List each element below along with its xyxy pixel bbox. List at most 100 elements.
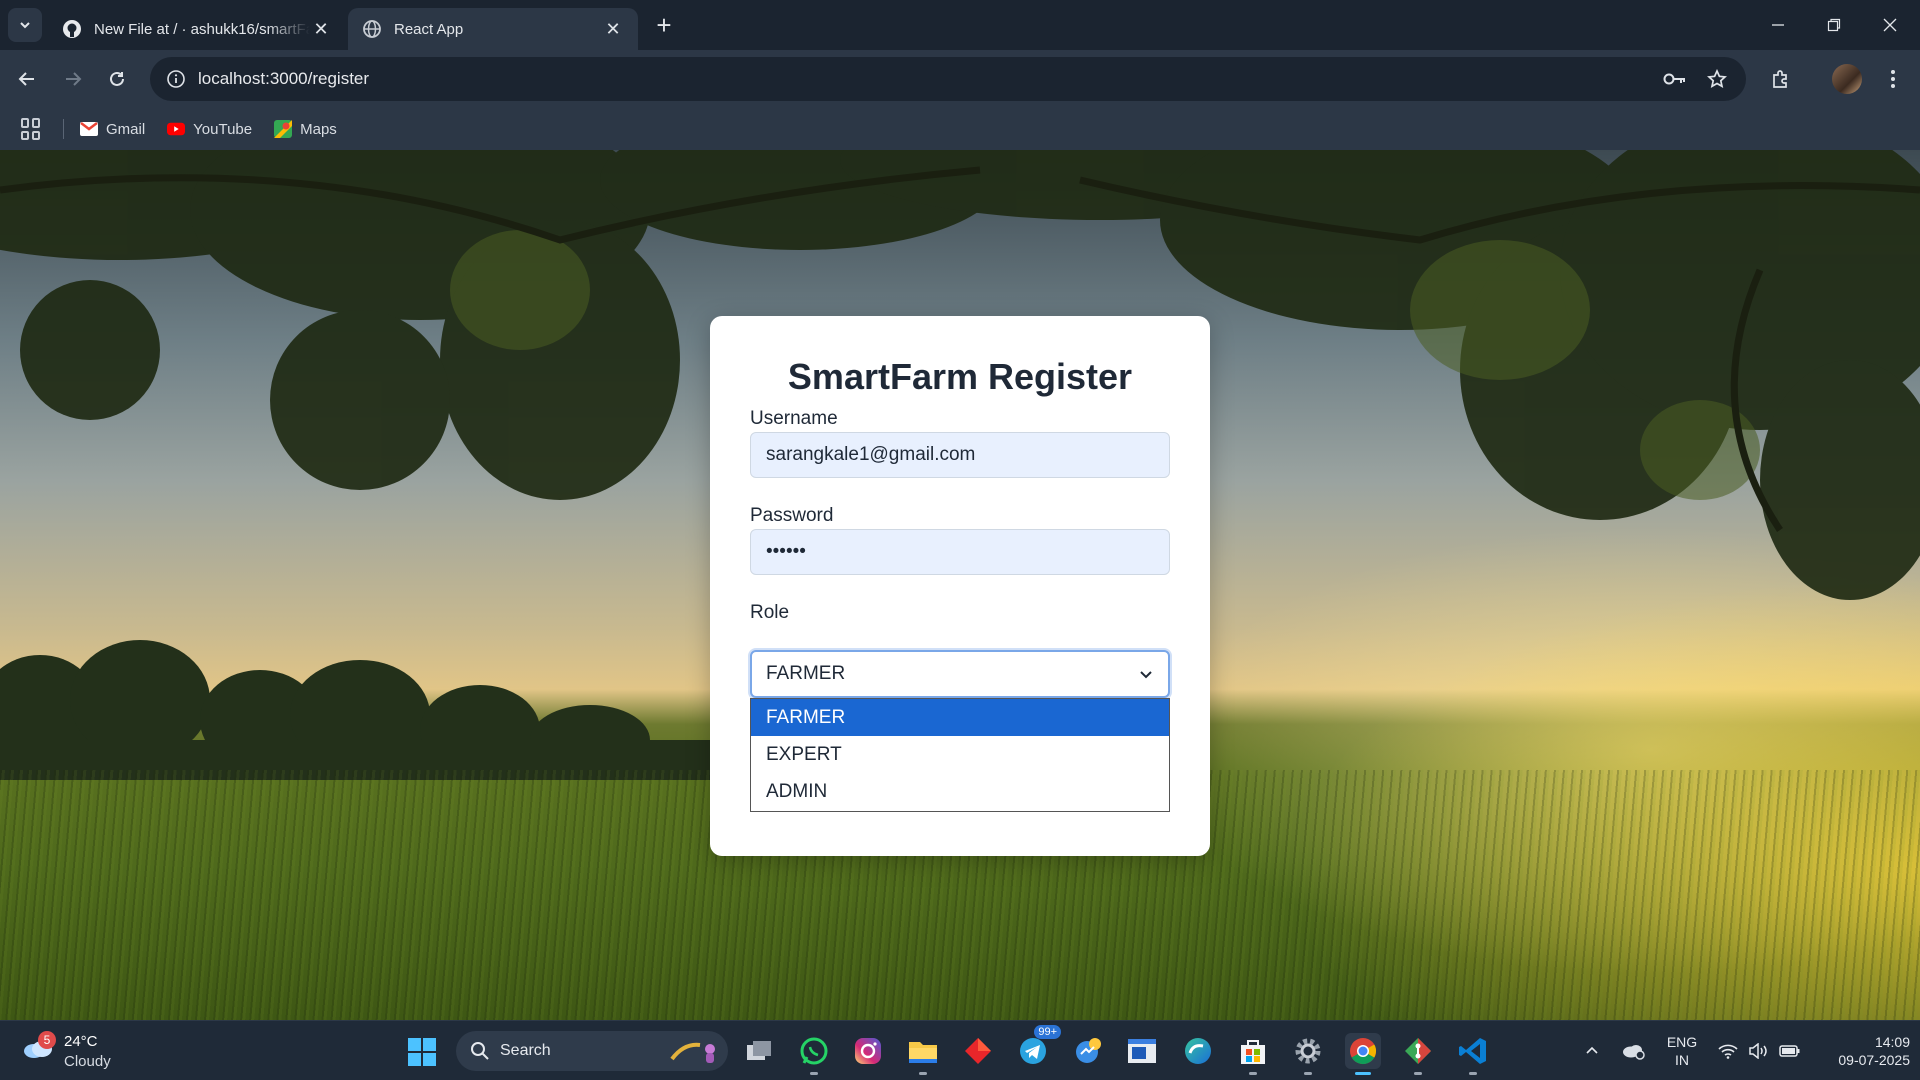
divider xyxy=(63,119,64,139)
reload-icon xyxy=(110,71,124,86)
tray-overflow-button[interactable] xyxy=(1580,1021,1604,1080)
chrome-button[interactable] xyxy=(1345,1033,1381,1075)
vscode-button[interactable] xyxy=(1455,1033,1491,1075)
running-indicator xyxy=(1304,1072,1312,1075)
address-bar[interactable]: localhost:3000/register xyxy=(150,57,1746,101)
back-button[interactable] xyxy=(10,62,44,96)
chevron-down-icon xyxy=(1140,671,1152,679)
forward-button[interactable] xyxy=(56,62,90,96)
store-icon xyxy=(1241,1040,1265,1064)
region-code: IN xyxy=(1675,1052,1689,1068)
taskbar: 5 24°C Cloudy Search 99+ ENG IN 14:09 09… xyxy=(0,1020,1920,1080)
running-indicator xyxy=(1355,1072,1371,1075)
file-explorer-button[interactable] xyxy=(905,1033,941,1075)
password-key-button[interactable] xyxy=(1658,62,1692,96)
weather-app-icon xyxy=(1076,1038,1101,1063)
restore-icon xyxy=(1827,18,1841,32)
role-option-admin[interactable]: ADMIN xyxy=(751,773,1169,810)
clock[interactable]: 14:09 09-07-2025 xyxy=(1810,1033,1910,1069)
apps-grid-icon[interactable] xyxy=(21,118,43,140)
task-view-button[interactable] xyxy=(741,1033,777,1069)
clock-time: 14:09 xyxy=(1874,1034,1910,1050)
battery-icon xyxy=(1779,1045,1800,1057)
settings-button[interactable] xyxy=(1290,1033,1326,1075)
search-icon xyxy=(471,1042,489,1060)
password-input[interactable]: •••••• xyxy=(750,529,1170,575)
tab-github[interactable]: New File at / · ashukk16/smartFarm ✕ xyxy=(48,8,346,50)
restore-button[interactable] xyxy=(1806,0,1862,50)
close-window-button[interactable] xyxy=(1862,0,1918,50)
running-indicator xyxy=(1249,1072,1257,1075)
username-input[interactable]: sarangkale1@gmail.com xyxy=(750,432,1170,478)
chevron-up-icon xyxy=(1586,1046,1598,1054)
password-label: Password xyxy=(750,505,834,526)
weather-condition: Cloudy xyxy=(64,1053,111,1070)
new-tab-button[interactable]: + xyxy=(650,12,678,40)
role-option-expert[interactable]: EXPERT xyxy=(751,736,1169,773)
running-indicator xyxy=(1469,1072,1477,1075)
instagram-button[interactable] xyxy=(850,1033,886,1069)
github-icon xyxy=(62,19,82,39)
puzzle-icon xyxy=(1773,70,1787,88)
extensions-button[interactable] xyxy=(1764,62,1798,96)
star-icon xyxy=(1707,69,1727,88)
tab-title: New File at / · ashukk16/smartFarm xyxy=(94,20,310,38)
whatsapp-button[interactable] xyxy=(796,1033,832,1075)
weather-app-button[interactable] xyxy=(1070,1033,1106,1069)
maps-icon xyxy=(274,120,293,138)
window-app-button[interactable] xyxy=(1124,1033,1160,1069)
tab-search-button[interactable] xyxy=(8,8,42,42)
role-option-farmer[interactable]: FARMER xyxy=(751,699,1169,736)
close-icon[interactable]: ✕ xyxy=(310,18,332,40)
git-diamond-icon xyxy=(1405,1038,1431,1064)
onedrive-button[interactable] xyxy=(1618,1021,1648,1080)
edge-button[interactable] xyxy=(1180,1033,1216,1069)
browser-menu-button[interactable] xyxy=(1876,62,1910,96)
distant-trees-illustration xyxy=(0,640,760,780)
folder-icon xyxy=(909,1042,937,1063)
tab-strip: New File at / · ashukk16/smartFarm ✕ Rea… xyxy=(0,0,1920,50)
weather-badge: 5 xyxy=(38,1031,56,1049)
bookmark-youtube[interactable]: YouTube xyxy=(167,120,252,138)
wifi-button[interactable] xyxy=(1716,1021,1740,1080)
bookmark-star-button[interactable] xyxy=(1700,62,1734,96)
register-card: SmartFarm Register Username sarangkale1@… xyxy=(710,316,1210,856)
weather-temp: 24°C xyxy=(64,1033,98,1050)
git-app-button[interactable] xyxy=(1400,1033,1436,1075)
battery-button[interactable] xyxy=(1776,1021,1804,1080)
reload-button[interactable] xyxy=(100,62,134,96)
key-icon xyxy=(1663,73,1685,85)
more-vertical-icon xyxy=(1891,70,1895,88)
whatsapp-icon xyxy=(800,1037,828,1065)
close-icon xyxy=(1883,18,1897,32)
window-app-icon xyxy=(1128,1039,1156,1063)
instagram-icon xyxy=(855,1038,881,1064)
task-view-icon xyxy=(747,1041,771,1060)
role-select[interactable]: FARMER xyxy=(750,650,1170,698)
youtube-icon xyxy=(167,120,186,138)
running-indicator xyxy=(919,1072,927,1075)
red-diamond-icon xyxy=(965,1038,991,1064)
bookmark-label: Gmail xyxy=(106,120,146,138)
weather-widget[interactable]: 5 24°C Cloudy xyxy=(20,1029,140,1073)
start-button[interactable] xyxy=(408,1038,436,1066)
language-indicator[interactable]: ENG IN xyxy=(1664,1033,1700,1069)
profile-avatar[interactable] xyxy=(1832,64,1862,94)
site-info-icon[interactable] xyxy=(154,57,198,101)
store-button[interactable] xyxy=(1235,1033,1271,1075)
telegram-button[interactable]: 99+ xyxy=(1015,1025,1061,1069)
role-dropdown-list: FARMER EXPERT ADMIN xyxy=(750,698,1170,812)
chrome-icon xyxy=(1350,1038,1377,1065)
tab-react-app[interactable]: React App ✕ xyxy=(348,8,638,50)
search-placeholder: Search xyxy=(500,1042,551,1059)
taskbar-search[interactable]: Search xyxy=(456,1031,728,1071)
minimize-button[interactable] xyxy=(1750,0,1806,50)
bookmark-maps[interactable]: Maps xyxy=(274,120,337,138)
close-icon[interactable]: ✕ xyxy=(602,18,624,40)
gmail-icon xyxy=(80,120,98,138)
url-text[interactable]: localhost:3000/register xyxy=(198,69,369,89)
running-indicator xyxy=(1414,1072,1422,1075)
app-red-diamond-button[interactable] xyxy=(960,1033,996,1069)
volume-button[interactable] xyxy=(1746,1021,1770,1080)
bookmark-gmail[interactable]: Gmail xyxy=(80,120,145,138)
